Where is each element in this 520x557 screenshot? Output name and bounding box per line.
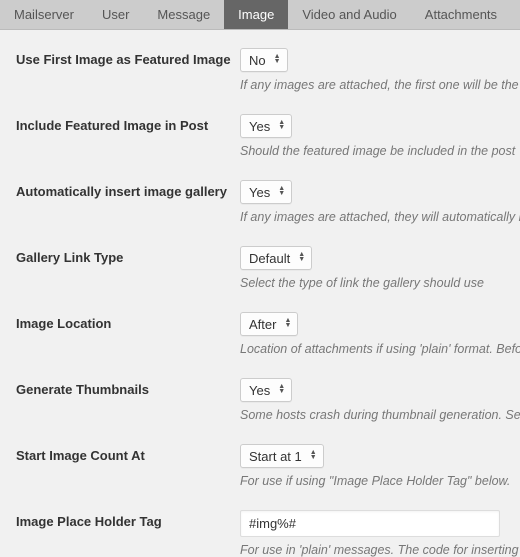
input-placeholder-tag[interactable] bbox=[240, 510, 500, 537]
row-image-location: Image Location After ▲▼ Location of atta… bbox=[16, 312, 520, 356]
desc-gallery-link: Select the type of link the gallery shou… bbox=[240, 276, 520, 290]
select-include-featured[interactable]: Yes ▲▼ bbox=[240, 114, 292, 138]
select-value: Yes bbox=[249, 185, 270, 200]
tab-support[interactable]: Support bbox=[511, 0, 520, 29]
row-gallery-link: Gallery Link Type Default ▲▼ Select the … bbox=[16, 246, 520, 290]
chevron-updown-icon: ▲▼ bbox=[298, 253, 305, 263]
chevron-updown-icon: ▲▼ bbox=[278, 121, 285, 131]
label-include-featured: Include Featured Image in Post bbox=[16, 114, 240, 133]
chevron-updown-icon: ▲▼ bbox=[310, 451, 317, 461]
label-gen-thumbs: Generate Thumbnails bbox=[16, 378, 240, 397]
select-image-location[interactable]: After ▲▼ bbox=[240, 312, 298, 336]
row-img-count: Start Image Count At Start at 1 ▲▼ For u… bbox=[16, 444, 520, 488]
label-placeholder-tag: Image Place Holder Tag bbox=[16, 510, 240, 529]
image-settings-form: Use First Image as Featured Image No ▲▼ … bbox=[0, 30, 520, 557]
desc-placeholder-tag: For use in 'plain' messages. The code fo… bbox=[240, 543, 520, 557]
row-gen-thumbs: Generate Thumbnails Yes ▲▼ Some hosts cr… bbox=[16, 378, 520, 422]
select-featured-image[interactable]: No ▲▼ bbox=[240, 48, 288, 72]
label-gallery-link: Gallery Link Type bbox=[16, 246, 240, 265]
select-img-count[interactable]: Start at 1 ▲▼ bbox=[240, 444, 324, 468]
desc-img-count: For use if using "Image Place Holder Tag… bbox=[240, 474, 520, 488]
tab-image[interactable]: Image bbox=[224, 0, 288, 29]
tab-user[interactable]: User bbox=[88, 0, 143, 29]
row-placeholder-tag: Image Place Holder Tag For use in 'plain… bbox=[16, 510, 520, 557]
select-value: Yes bbox=[249, 383, 270, 398]
tab-message[interactable]: Message bbox=[143, 0, 224, 29]
select-value: Yes bbox=[249, 119, 270, 134]
desc-image-location: Location of attachments if using 'plain'… bbox=[240, 342, 520, 356]
select-gallery-link[interactable]: Default ▲▼ bbox=[240, 246, 312, 270]
label-image-location: Image Location bbox=[16, 312, 240, 331]
label-img-count: Start Image Count At bbox=[16, 444, 240, 463]
settings-tabs: Mailserver User Message Image Video and … bbox=[0, 0, 520, 30]
select-gen-thumbs[interactable]: Yes ▲▼ bbox=[240, 378, 292, 402]
desc-gen-thumbs: Some hosts crash during thumbnail genera… bbox=[240, 408, 520, 422]
select-value: Start at 1 bbox=[249, 449, 302, 464]
chevron-updown-icon: ▲▼ bbox=[278, 385, 285, 395]
select-value: No bbox=[249, 53, 266, 68]
chevron-updown-icon: ▲▼ bbox=[278, 187, 285, 197]
desc-auto-gallery: If any images are attached, they will au… bbox=[240, 210, 520, 224]
row-include-featured: Include Featured Image in Post Yes ▲▼ Sh… bbox=[16, 114, 520, 158]
row-featured-image: Use First Image as Featured Image No ▲▼ … bbox=[16, 48, 520, 92]
label-auto-gallery: Automatically insert image gallery bbox=[16, 180, 240, 199]
row-auto-gallery: Automatically insert image gallery Yes ▲… bbox=[16, 180, 520, 224]
select-auto-gallery[interactable]: Yes ▲▼ bbox=[240, 180, 292, 204]
tab-mailserver[interactable]: Mailserver bbox=[0, 0, 88, 29]
label-featured-image: Use First Image as Featured Image bbox=[16, 48, 240, 67]
chevron-updown-icon: ▲▼ bbox=[274, 55, 281, 65]
desc-include-featured: Should the featured image be included in… bbox=[240, 144, 520, 158]
tab-video-audio[interactable]: Video and Audio bbox=[288, 0, 410, 29]
select-value: After bbox=[249, 317, 276, 332]
select-value: Default bbox=[249, 251, 290, 266]
desc-featured-image: If any images are attached, the first on… bbox=[240, 78, 520, 92]
tab-attachments[interactable]: Attachments bbox=[411, 0, 511, 29]
chevron-updown-icon: ▲▼ bbox=[284, 319, 291, 329]
